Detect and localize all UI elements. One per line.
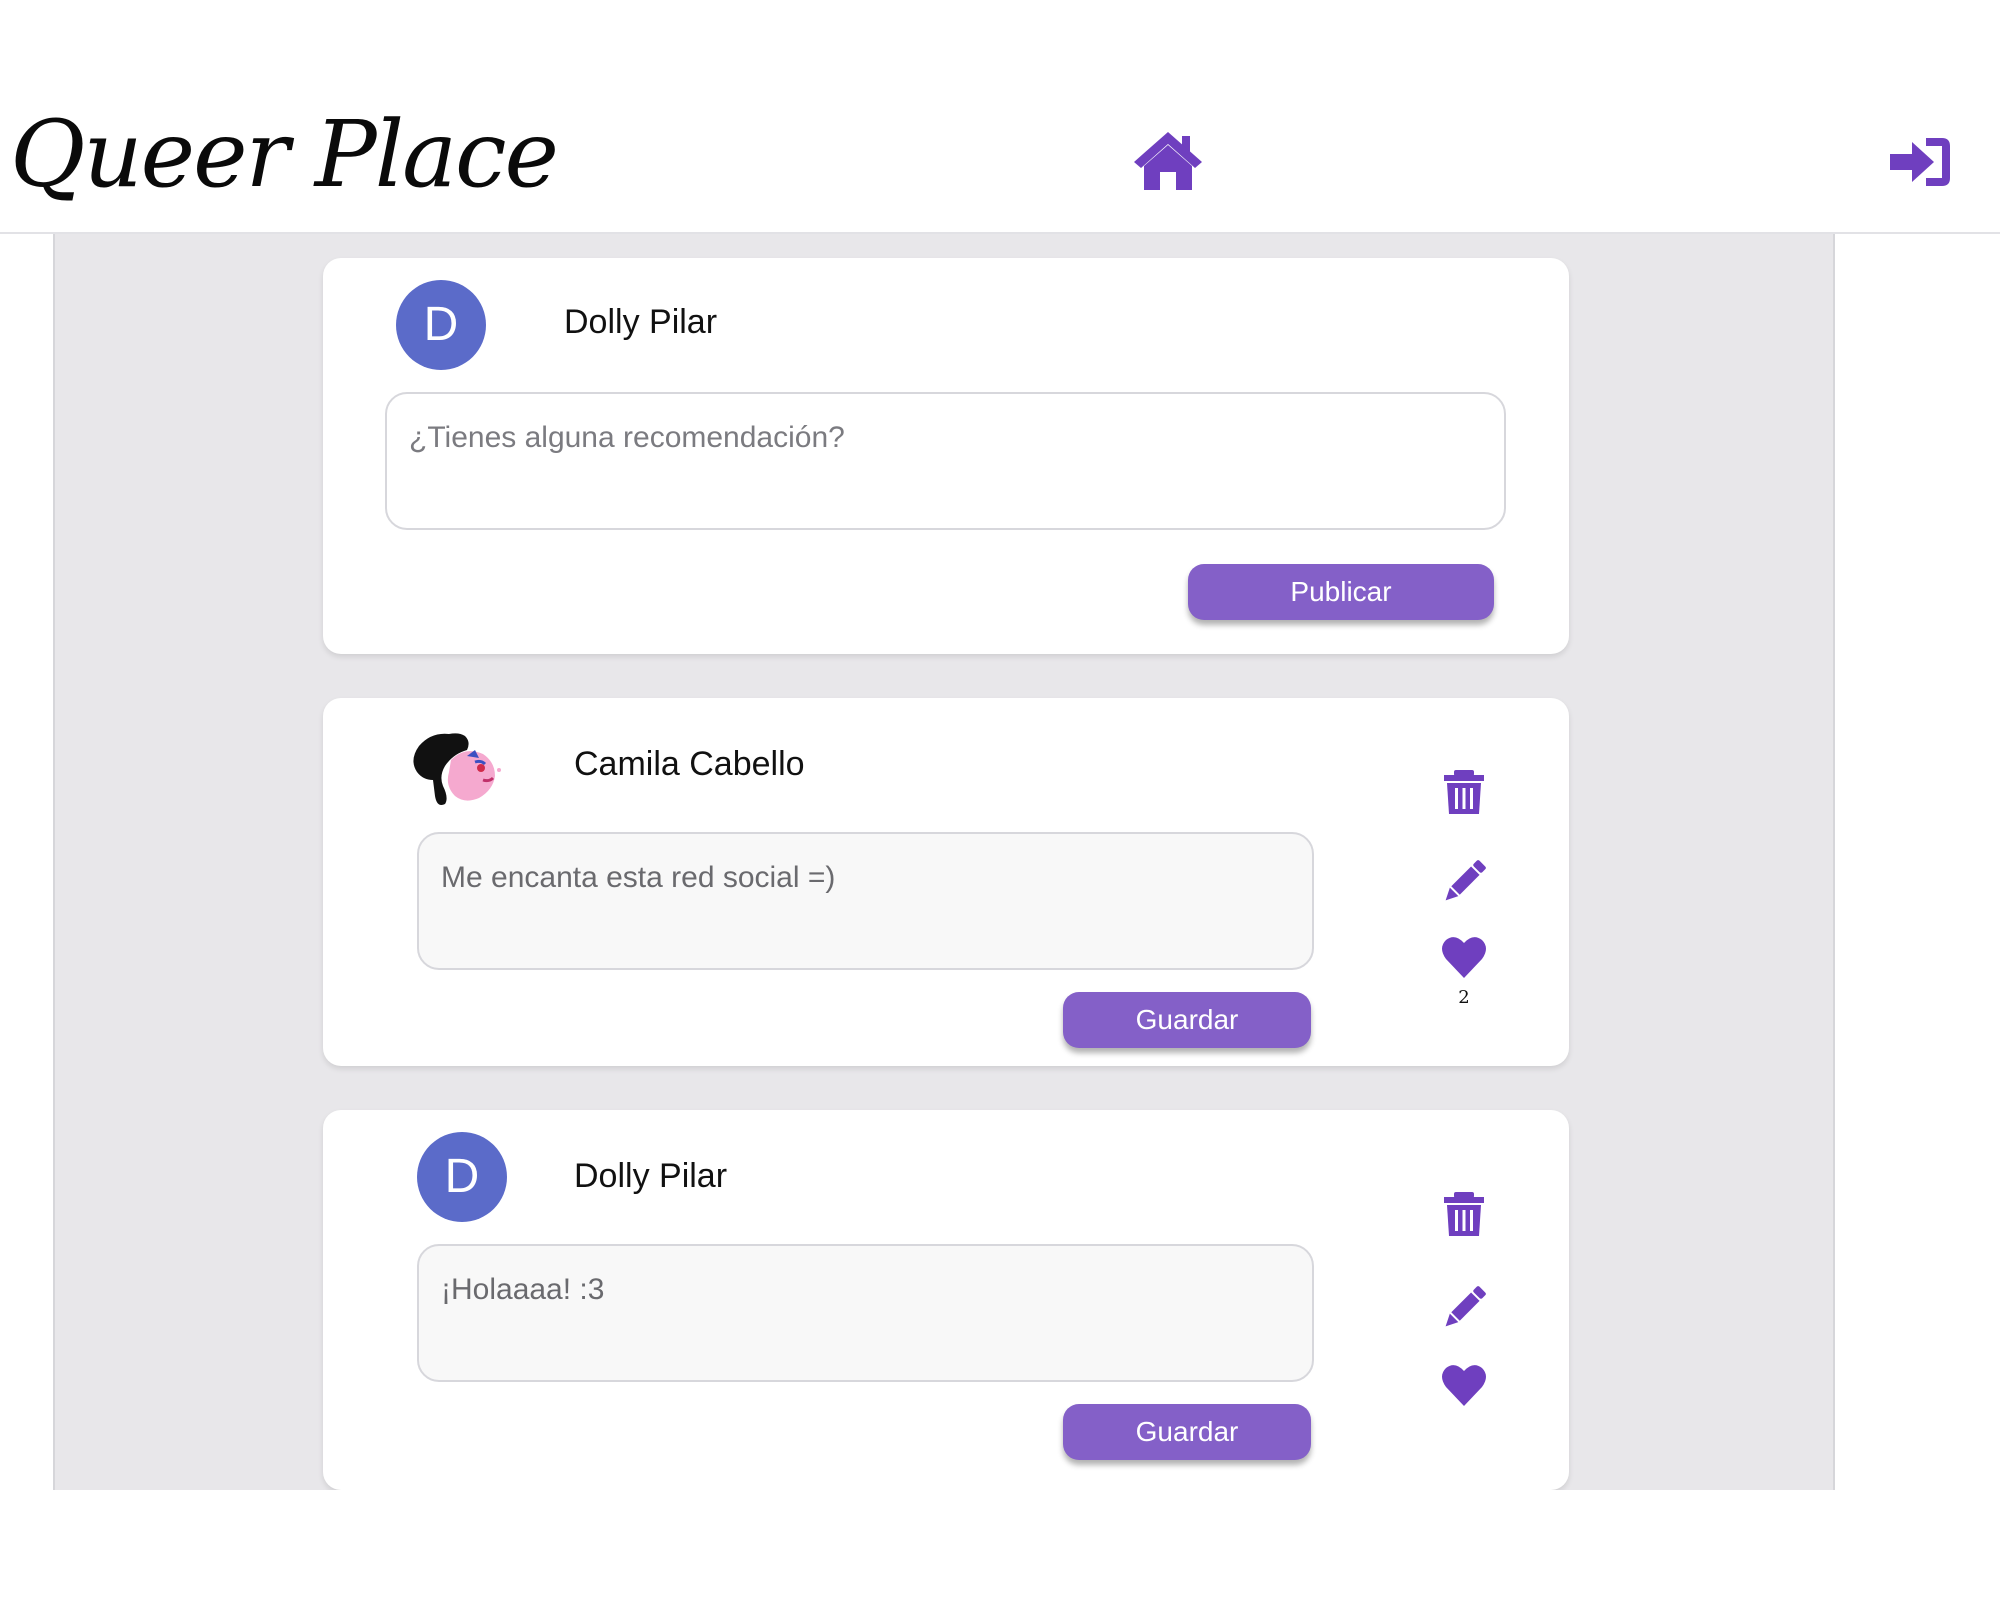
feed-container: D Dolly Pilar ¿Tienes alguna recomendaci… [53, 234, 1835, 1490]
avatar: D [396, 280, 486, 370]
page-footer-space [0, 1490, 2000, 1600]
avatar: D [417, 1132, 507, 1222]
login-button[interactable] [1888, 134, 1952, 190]
app-logo[interactable]: Queer Place [10, 100, 559, 210]
new-post-input[interactable]: ¿Tienes alguna recomendación? [385, 392, 1506, 530]
user-avatar-illustration [413, 733, 501, 805]
post-author-name: Dolly Pilar [564, 303, 718, 341]
post-text-field[interactable]: ¡Holaaaa! :3 [417, 1244, 1314, 1382]
post-card: Camila Cabello Me encanta esta red socia… [323, 698, 1569, 1066]
home-icon [1134, 132, 1202, 190]
heart-icon[interactable] [1440, 934, 1488, 982]
trash-icon[interactable] [1440, 768, 1488, 816]
heart-icon[interactable] [1440, 1362, 1488, 1410]
pencil-icon[interactable] [1440, 1284, 1488, 1332]
like-count: 2 [1458, 987, 1470, 1008]
new-post-card: D Dolly Pilar ¿Tienes alguna recomendaci… [323, 258, 1569, 654]
post-author-name: Camila Cabello [574, 745, 805, 783]
publish-button[interactable]: Publicar [1188, 564, 1494, 620]
trash-icon[interactable] [1440, 1190, 1488, 1238]
post-text-field[interactable]: Me encanta esta red social =) [417, 832, 1314, 970]
home-button[interactable] [1132, 130, 1204, 192]
pencil-icon[interactable] [1440, 858, 1488, 906]
sign-in-icon [1890, 138, 1950, 186]
top-navbar: Queer Place [0, 0, 2000, 234]
post-card: D Dolly Pilar ¡Holaaaa! :3 Guardar [323, 1110, 1569, 1490]
save-button[interactable]: Guardar [1063, 1404, 1311, 1460]
post-author-name: Dolly Pilar [574, 1157, 728, 1195]
save-button[interactable]: Guardar [1063, 992, 1311, 1048]
